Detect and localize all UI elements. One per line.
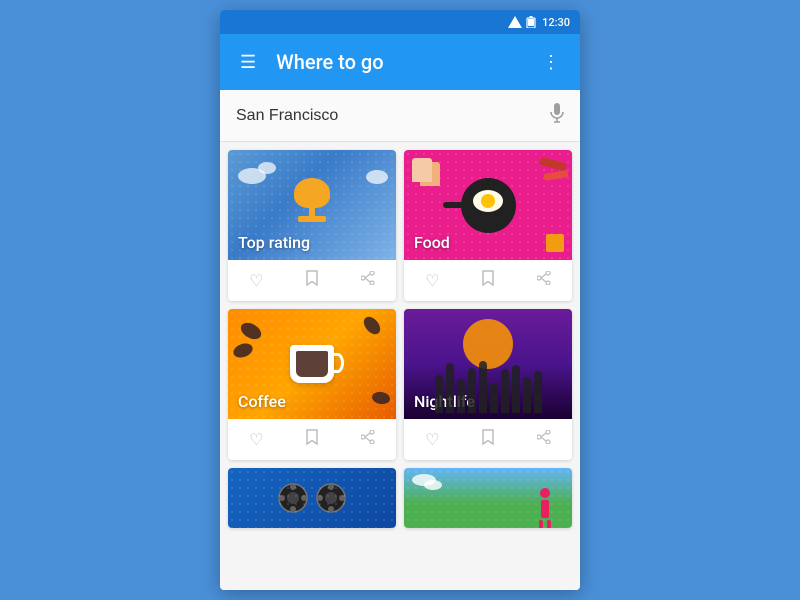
page-title: Where to go bbox=[276, 50, 538, 74]
mic-svg bbox=[550, 103, 564, 123]
food-actions: ♡ bbox=[404, 260, 572, 301]
card-nightlife[interactable]: Nightlife ♡ bbox=[404, 309, 572, 460]
card-movies[interactable] bbox=[228, 468, 396, 528]
food-label: Food bbox=[414, 233, 450, 252]
top-rating-bookmark[interactable] bbox=[298, 266, 326, 295]
hamburger-icon[interactable]: ☰ bbox=[236, 48, 260, 77]
search-input[interactable] bbox=[236, 107, 550, 125]
coffee-actions: ♡ bbox=[228, 419, 396, 460]
trophy-icon bbox=[287, 178, 337, 233]
cards-grid: Top rating ♡ bbox=[228, 150, 572, 528]
food-favorite[interactable]: ♡ bbox=[417, 267, 447, 295]
nightlife-bookmark[interactable] bbox=[474, 425, 502, 454]
status-bar: 12:30 bbox=[220, 10, 580, 34]
card-coffee[interactable]: Coffee ♡ bbox=[228, 309, 396, 460]
nightlife-favorite[interactable]: ♡ bbox=[417, 426, 447, 454]
phone-frame: 12:30 ☰ Where to go ⋮ bbox=[220, 10, 580, 590]
card-outdoor-image bbox=[404, 468, 572, 528]
coffee-bookmark[interactable] bbox=[298, 425, 326, 454]
status-icons: 12:30 bbox=[508, 16, 570, 29]
food-bookmark[interactable] bbox=[474, 266, 502, 295]
bookmark-svg bbox=[306, 270, 318, 286]
top-rating-label: Top rating bbox=[238, 233, 310, 252]
mic-icon[interactable] bbox=[550, 103, 564, 128]
card-food-image: Food bbox=[404, 150, 572, 260]
app-bar: ☰ Where to go ⋮ bbox=[220, 34, 580, 90]
more-options-icon[interactable]: ⋮ bbox=[538, 48, 564, 77]
card-movies-image bbox=[228, 468, 396, 528]
coffee-label: Coffee bbox=[238, 392, 286, 411]
nightlife-share[interactable] bbox=[529, 426, 559, 453]
top-rating-actions: ♡ bbox=[228, 260, 396, 301]
coffee-share[interactable] bbox=[353, 426, 383, 453]
card-top-rating[interactable]: Top rating ♡ bbox=[228, 150, 396, 301]
battery-icon bbox=[526, 16, 536, 28]
search-bar bbox=[220, 90, 580, 142]
card-food[interactable]: Food ♡ bbox=[404, 150, 572, 301]
card-coffee-image: Coffee bbox=[228, 309, 396, 419]
top-rating-favorite[interactable]: ♡ bbox=[241, 267, 271, 295]
signal-icon bbox=[508, 16, 522, 28]
nightlife-actions: ♡ bbox=[404, 419, 572, 460]
coffee-favorite[interactable]: ♡ bbox=[241, 426, 271, 454]
card-top-rating-image: Top rating bbox=[228, 150, 396, 260]
time-display: 12:30 bbox=[542, 16, 570, 29]
content-area: Top rating ♡ bbox=[220, 142, 580, 590]
top-rating-share[interactable] bbox=[353, 267, 383, 294]
crowd-decoration bbox=[435, 361, 542, 419]
card-outdoor[interactable] bbox=[404, 468, 572, 528]
food-share[interactable] bbox=[529, 267, 559, 294]
share-svg bbox=[361, 271, 375, 285]
card-nightlife-image: Nightlife bbox=[404, 309, 572, 419]
